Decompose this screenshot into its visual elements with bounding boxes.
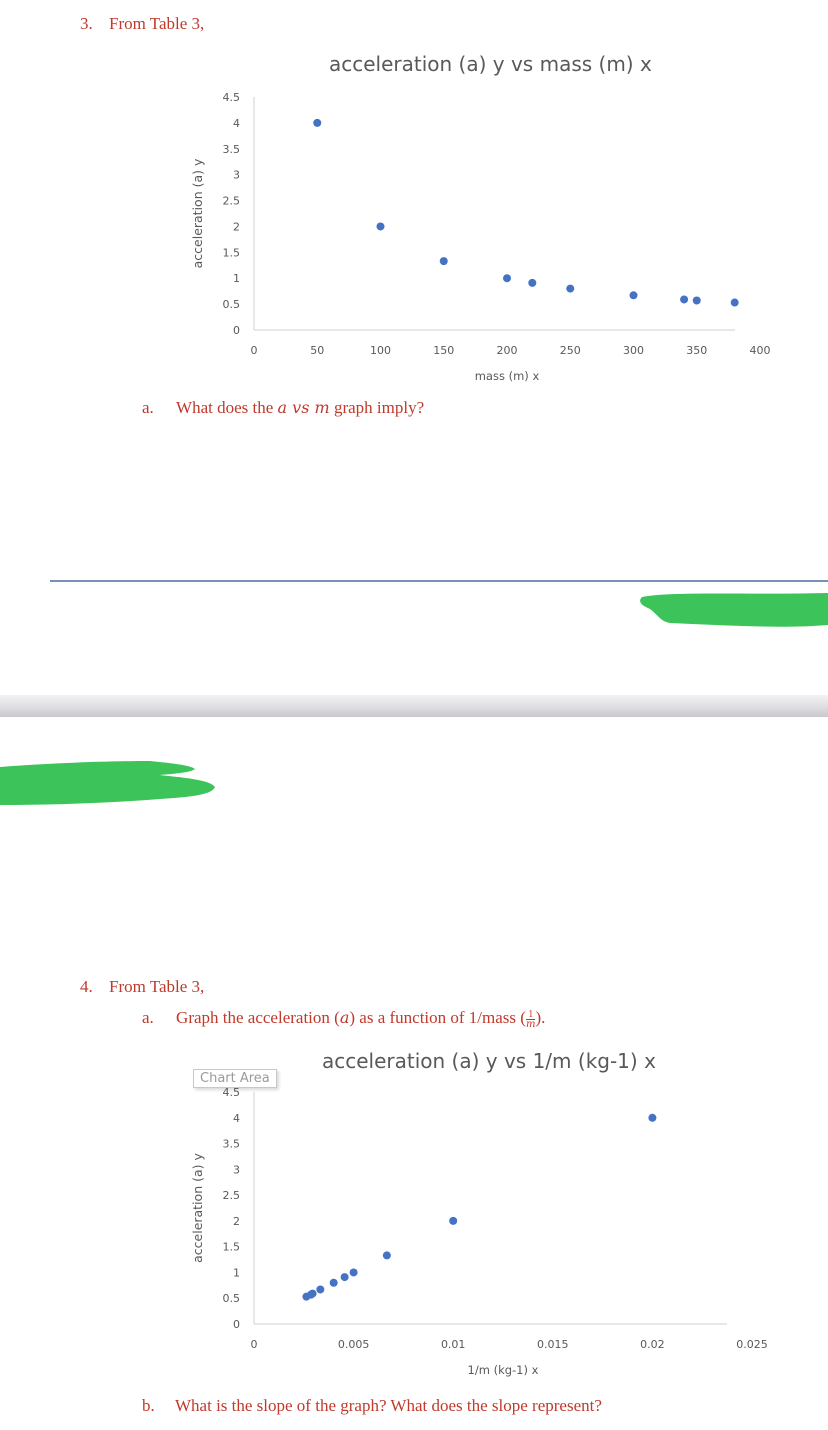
y-tick-label: 3 — [233, 1163, 240, 1176]
data-point — [316, 1285, 325, 1294]
y-tick-label: 1.5 — [223, 246, 241, 259]
q4-number: 4. — [80, 977, 93, 996]
y-tick-label: 4 — [233, 117, 240, 130]
q3-heading-text: From Table 3, — [109, 14, 205, 33]
data-point — [648, 1113, 657, 1122]
q3-heading: 3. From Table 3, — [80, 14, 204, 34]
y-tick-label: 4 — [233, 1112, 240, 1125]
x-tick-label: 0.005 — [338, 1338, 370, 1351]
q4-part-b-label: b. — [142, 1396, 155, 1415]
x-tick-label: 0 — [251, 1338, 258, 1351]
y-tick-label: 0 — [233, 324, 240, 337]
y-tick-label: 2.5 — [223, 195, 241, 208]
y-tick-label: 1 — [233, 272, 240, 285]
x-tick-label: 250 — [560, 344, 581, 357]
y-axis-label: acceleration (a) y — [190, 158, 205, 268]
y-tick-label: 2 — [233, 1215, 240, 1228]
y-tick-label: 0.5 — [223, 1292, 241, 1305]
q3-number: 3. — [80, 14, 93, 33]
q4-part-b: b. What is the slope of the graph? What … — [142, 1396, 602, 1416]
q3-part-a-post: graph imply? — [329, 398, 425, 417]
y-tick-label: 3.5 — [223, 143, 241, 156]
q4-part-a-math: a — [339, 1008, 350, 1027]
data-point — [629, 291, 638, 300]
x-tick-label: 300 — [623, 344, 644, 357]
redaction-scribble-left — [0, 761, 215, 805]
q3-part-a-math: a vs m — [277, 398, 330, 417]
x-tick-label: 0 — [251, 344, 258, 357]
chart1-mass-plot: 0 0.5 1 1.5 2 2.5 3 3.5 4 4.5 0 50 100 150 200 250 300 35… — [190, 91, 771, 383]
data-point — [313, 118, 322, 127]
chart-area-tooltip: Chart Area — [193, 1069, 277, 1088]
chart1-title: acceleration (a) y vs mass (m) x — [329, 52, 652, 76]
page-separator — [0, 695, 828, 717]
y-tick-label: 1 — [233, 1266, 240, 1279]
q3-part-a-label: a. — [142, 398, 154, 417]
y-axis-label: acceleration (a) y — [190, 1153, 205, 1263]
data-point — [340, 1273, 349, 1282]
x-tick-label: 100 — [370, 344, 391, 357]
x-tick-label: 400 — [750, 344, 771, 357]
x-tick-label: 0.02 — [640, 1338, 665, 1351]
q4-part-a-label: a. — [142, 1008, 154, 1027]
data-point — [349, 1268, 358, 1277]
data-point — [449, 1216, 458, 1225]
y-tick-label: 3 — [233, 169, 240, 182]
redaction-scribble-right — [640, 593, 828, 627]
x-tick-label: 150 — [433, 344, 454, 357]
data-point — [382, 1251, 391, 1260]
y-tick-label: 0.5 — [223, 298, 241, 311]
data-point — [439, 257, 448, 266]
data-point — [692, 296, 701, 305]
q4-heading-text: From Table 3, — [109, 977, 205, 996]
q4-part-a-pre: Graph the acceleration ( — [176, 1008, 340, 1027]
x-tick-label: 0.025 — [736, 1338, 768, 1351]
x-tick-label: 0.01 — [441, 1338, 466, 1351]
q4-part-a-post: ). — [535, 1008, 546, 1027]
q4-part-a: a. Graph the acceleration (a) as a funct… — [142, 1008, 545, 1029]
y-tick-label: 4.5 — [223, 91, 241, 104]
horizontal-rule — [50, 580, 828, 582]
q4-heading: 4. From Table 3, — [80, 977, 204, 997]
x-tick-label: 200 — [497, 344, 518, 357]
q4-fraction-den: m — [525, 1018, 536, 1030]
data-point — [329, 1278, 338, 1287]
y-tick-label: 2 — [233, 220, 240, 233]
chart2-title: acceleration (a) y vs 1/m (kg-1) x — [322, 1049, 656, 1073]
y-tick-label: 1.5 — [223, 1241, 241, 1254]
q4-part-a-mid: ) as a function of 1/mass ( — [349, 1008, 526, 1027]
data-point — [730, 298, 739, 307]
x-axis-label: 1/m (kg-1) x — [468, 1363, 539, 1377]
data-point — [503, 274, 511, 283]
data-point — [302, 1292, 311, 1301]
q4-fraction: 1m — [525, 1009, 536, 1030]
x-axis-label: mass (m) x — [475, 369, 540, 383]
x-tick-label: 350 — [686, 344, 707, 357]
y-tick-label: 2.5 — [223, 1189, 241, 1202]
chart2-inverse-mass-plot[interactable]: 00.511.522.533.544.50 0.005 0.01 0.015 0.02 0… — [160, 1082, 780, 1382]
data-point — [566, 284, 575, 293]
q3-part-a-pre: What does the — [176, 398, 278, 417]
q4-part-b-text: What is the slope of the graph? What doe… — [175, 1396, 602, 1415]
data-point — [680, 295, 689, 304]
x-tick-label: 0.015 — [537, 1338, 569, 1351]
data-point — [376, 222, 385, 231]
y-tick-label: 3.5 — [223, 1138, 241, 1151]
y-tick-label: 0 — [233, 1318, 240, 1331]
data-point — [528, 278, 537, 287]
q3-part-a: a. What does the a vs m graph imply? — [142, 398, 424, 418]
x-tick-label: 50 — [310, 344, 324, 357]
